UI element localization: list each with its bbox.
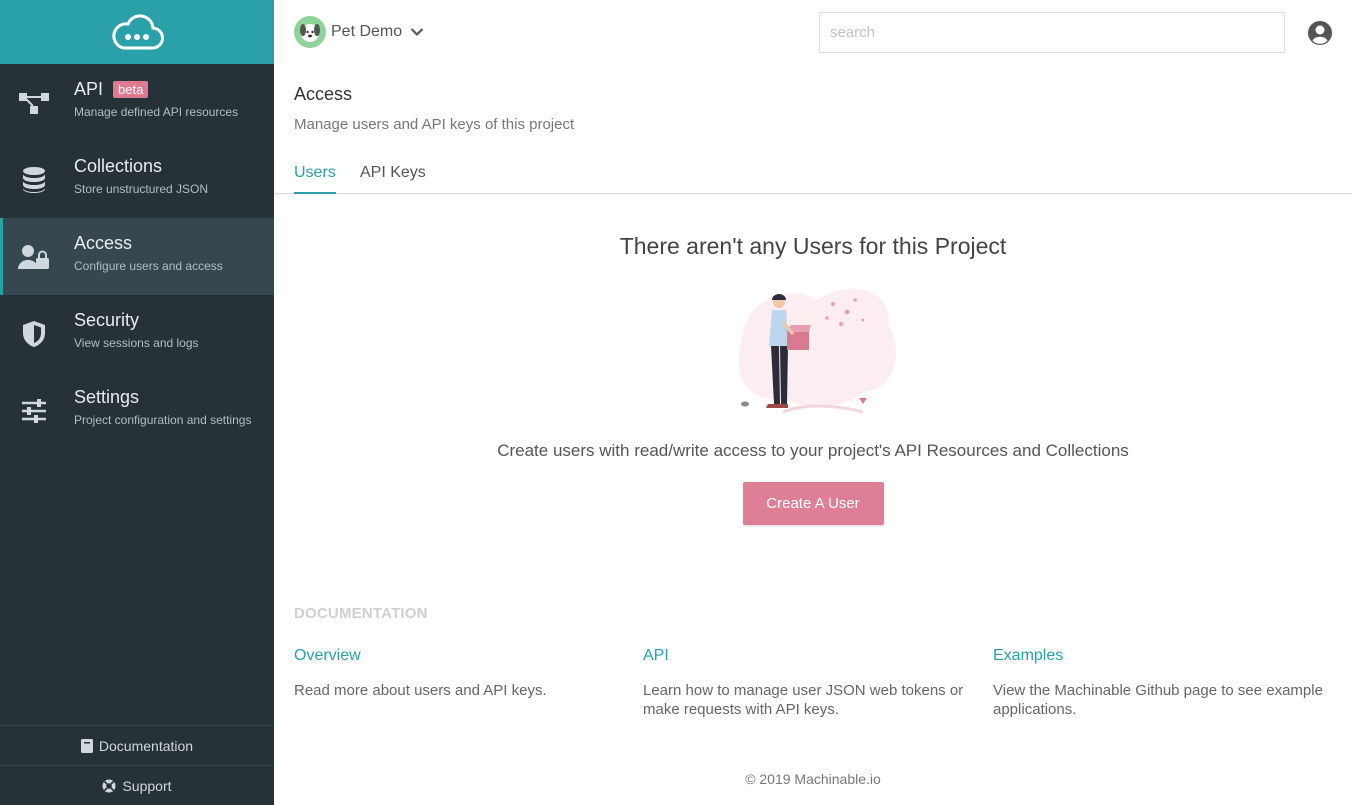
database-icon xyxy=(18,164,50,196)
sidebar-item-settings[interactable]: Settings Project configuration and setti… xyxy=(0,372,274,449)
sidebar-item-subtitle: View sessions and logs xyxy=(74,336,199,350)
dog-avatar-icon xyxy=(300,24,320,42)
tab-bar: Users API Keys xyxy=(274,158,1352,194)
sidebar-item-security[interactable]: Security View sessions and logs xyxy=(0,295,274,372)
doc-card-api: API Learn how to manage user JSON web to… xyxy=(643,646,983,719)
documentation-heading: DOCUMENTATION xyxy=(294,605,428,622)
sidebar-item-subtitle: Project configuration and settings xyxy=(74,413,252,427)
sidebar-item-label: Settings xyxy=(74,387,140,407)
chevron-down-icon xyxy=(410,27,424,37)
sidebar-item-subtitle: Manage defined API resources xyxy=(74,105,239,119)
sidebar-item-subtitle: Configure users and access xyxy=(74,259,223,273)
sidebar: API beta Manage defined API resources Col… xyxy=(0,0,274,805)
page-subtitle: Manage users and API keys of this projec… xyxy=(294,116,575,133)
empty-state-description: Create users with read/write access to y… xyxy=(497,441,1129,460)
user-lock-icon xyxy=(18,241,50,273)
lifebuoy-icon xyxy=(102,779,116,793)
book-icon xyxy=(80,738,93,753)
support-label: Support xyxy=(122,777,172,794)
doc-description: View the Machinable Github page to see e… xyxy=(993,682,1323,718)
documentation-label: Documentation xyxy=(98,737,194,754)
empty-state-title: There aren't any Users for this Project xyxy=(619,233,1007,259)
sidebar-item-collections[interactable]: Collections Store unstructured JSON xyxy=(0,141,274,218)
documentation-link[interactable]: Documentation xyxy=(0,725,274,765)
create-user-button[interactable]: Create A User xyxy=(742,482,884,525)
search-input[interactable] xyxy=(819,12,1285,53)
empty-state: There aren't any Users for this Project … xyxy=(274,230,1352,525)
tab-users[interactable]: Users xyxy=(294,158,336,194)
beta-badge: beta xyxy=(113,80,149,98)
sidebar-item-label: API xyxy=(74,79,104,99)
doc-link-overview[interactable]: Overview xyxy=(294,646,634,666)
sidebar-item-label: Access xyxy=(74,233,133,253)
project-selector[interactable]: Pet Demo xyxy=(294,16,424,48)
project-avatar xyxy=(294,16,326,48)
topbar: Pet Demo xyxy=(274,0,1352,64)
project-name: Pet Demo xyxy=(331,23,403,40)
doc-link-examples[interactable]: Examples xyxy=(993,646,1333,666)
doc-card-overview: Overview Read more about users and API k… xyxy=(294,646,634,700)
tab-api-keys[interactable]: API Keys xyxy=(360,158,426,194)
cloud-logo-icon xyxy=(112,14,164,50)
empty-box-illustration xyxy=(738,288,896,414)
sidebar-item-label: Security xyxy=(74,310,140,330)
sidebar-item-access[interactable]: Access Configure users and access xyxy=(0,218,274,295)
doc-card-examples: Examples View the Machinable Github page… xyxy=(993,646,1333,719)
doc-description: Read more about users and API keys. xyxy=(294,682,547,699)
sidebar-item-subtitle: Store unstructured JSON xyxy=(74,182,209,196)
doc-link-api[interactable]: API xyxy=(643,646,983,666)
shield-icon xyxy=(18,318,50,350)
api-icon xyxy=(18,87,50,119)
sidebar-item-label: Collections xyxy=(74,156,163,176)
doc-description: Learn how to manage user JSON web tokens… xyxy=(643,682,964,718)
support-link[interactable]: Support xyxy=(0,765,274,805)
sliders-icon xyxy=(18,395,50,427)
sidebar-item-api[interactable]: API beta Manage defined API resources xyxy=(0,64,274,141)
app-logo[interactable] xyxy=(0,0,274,64)
page-title: Access xyxy=(294,84,353,104)
footer-copyright: © 2019 Machinable.io xyxy=(745,771,881,787)
account-icon[interactable] xyxy=(1307,20,1333,46)
